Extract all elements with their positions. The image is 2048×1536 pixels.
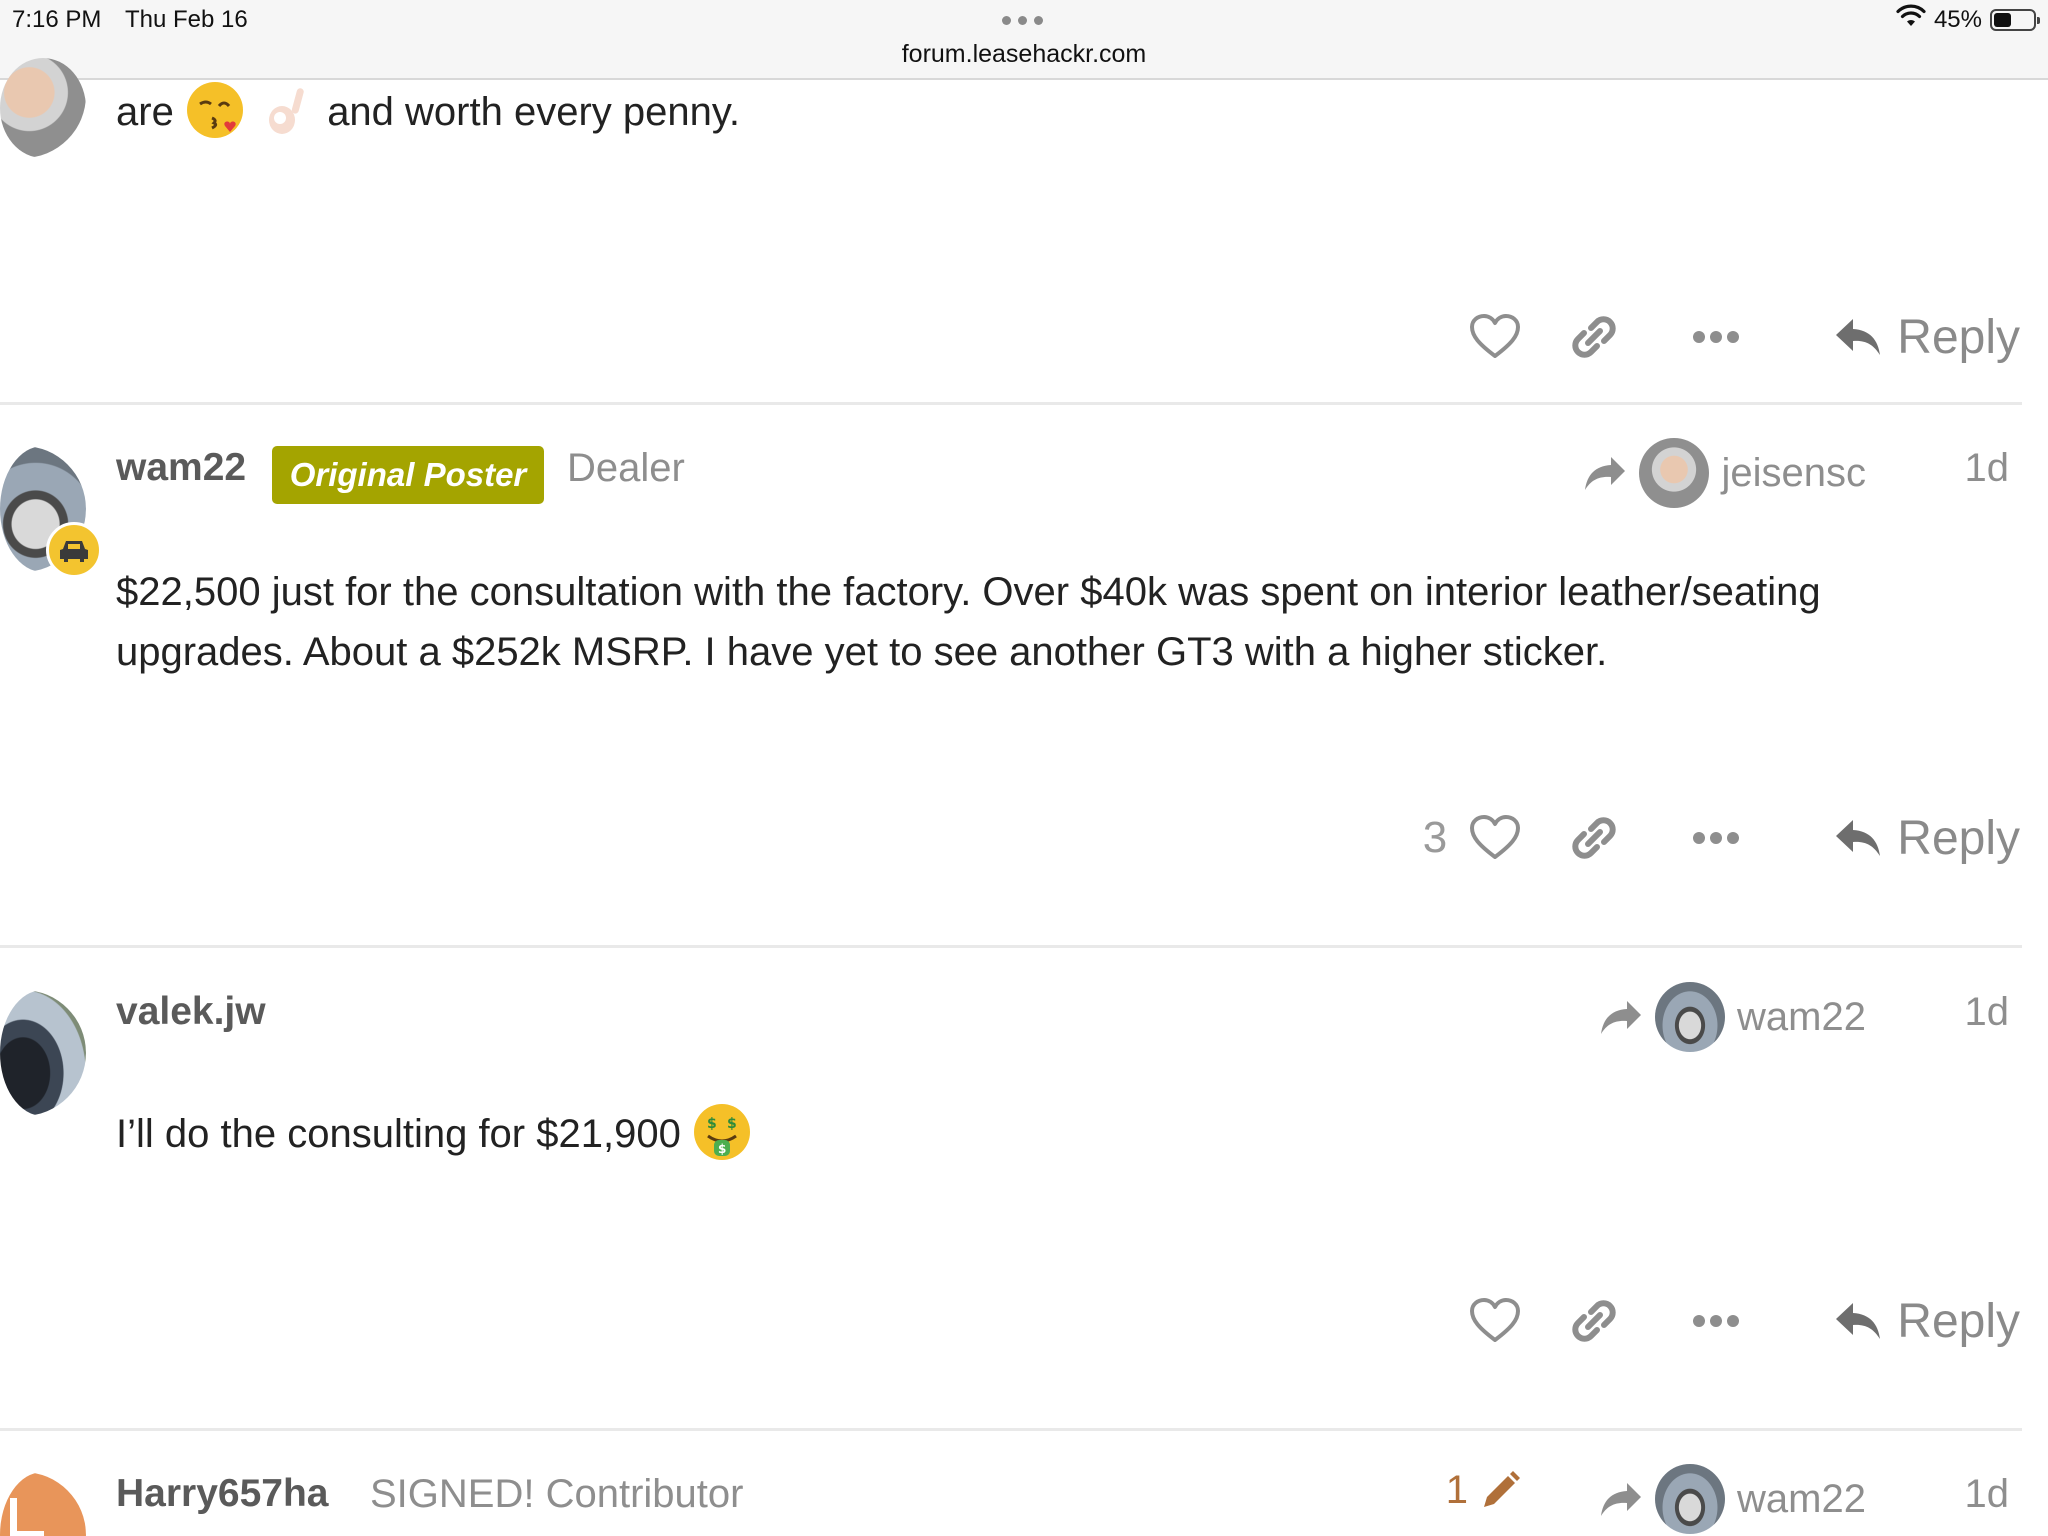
- reply-label: Reply: [1897, 1294, 2020, 1348]
- share-link-button[interactable]: [1533, 297, 1655, 377]
- ok-hand-emoji-icon: [258, 82, 314, 138]
- money-mouth-emoji-icon: $ $ $: [693, 1104, 750, 1161]
- reply-to-link[interactable]: wam22: [1599, 982, 1866, 1052]
- post-divider: [0, 945, 2022, 948]
- post-text: and worth every penny.: [327, 90, 741, 134]
- reply-to-avatar: [1639, 438, 1710, 508]
- browser-status-bar: 7:16 PM Thu Feb 16 forum.leasehackr.com …: [0, 0, 2048, 80]
- avatar-letter-icon: [10, 1498, 44, 1536]
- like-count[interactable]: 3: [1423, 813, 1447, 863]
- battery-percent: 45%: [1933, 5, 1982, 33]
- post-age[interactable]: 1d: [1965, 990, 2010, 1035]
- post-age[interactable]: 1d: [1965, 446, 2010, 491]
- like-button[interactable]: [1457, 1281, 1533, 1361]
- user-title: Dealer: [567, 446, 685, 490]
- post-text: I’ll do the consulting for $21,900: [116, 1112, 681, 1156]
- reply-arrow-icon: [1836, 1303, 1881, 1339]
- address-bar-url[interactable]: forum.leasehackr.com: [0, 40, 2048, 69]
- svg-text:$: $: [707, 1116, 717, 1132]
- share-arrow-icon: [1601, 1483, 1642, 1516]
- avatar[interactable]: [0, 1472, 86, 1536]
- share-arrow-icon: [1601, 1001, 1642, 1034]
- ellipsis-icon: [1693, 832, 1740, 844]
- reply-to-username: wam22: [1737, 994, 1866, 1039]
- post-divider: [0, 1428, 2022, 1431]
- multitasking-dots-icon[interactable]: [1002, 16, 1043, 25]
- status-date: Thu Feb 16: [125, 6, 248, 33]
- ellipsis-icon: [1693, 331, 1740, 343]
- reply-to-avatar: [1655, 1464, 1726, 1534]
- pencil-icon: [1484, 1470, 1520, 1507]
- status-time: 7:16 PM: [12, 6, 102, 33]
- edit-count: 1: [1445, 1468, 1468, 1512]
- reply-to-username: wam22: [1737, 1476, 1866, 1521]
- like-button[interactable]: [1457, 798, 1533, 878]
- battery-level: [1994, 12, 2011, 27]
- reply-arrow-icon: [1836, 820, 1881, 856]
- more-actions-button[interactable]: [1655, 798, 1777, 878]
- post-text: are: [116, 90, 174, 134]
- post-divider: [0, 402, 2022, 405]
- like-button[interactable]: [1457, 297, 1533, 377]
- post-body: I’ll do the consulting for $21,900 $ $ $: [116, 1104, 1996, 1164]
- more-actions-button[interactable]: [1655, 1281, 1777, 1361]
- post-actions: 3 Reply: [1423, 798, 2020, 878]
- status-right-group: 45%: [1896, 4, 2040, 35]
- reply-button[interactable]: Reply: [1833, 798, 2020, 878]
- dealer-flair-icon: [46, 522, 102, 578]
- reply-arrow-icon: [1836, 319, 1881, 355]
- reply-to-avatar: [1655, 982, 1726, 1052]
- heart-icon: [1470, 314, 1521, 358]
- original-poster-badge: Original Poster: [272, 446, 544, 504]
- post-body: $22,500 just for the consultation with t…: [116, 570, 1821, 674]
- link-icon: [1572, 316, 1616, 358]
- svg-text:$: $: [718, 1142, 726, 1156]
- share-link-button[interactable]: [1533, 1281, 1655, 1361]
- post-body: are and worth every penny.: [116, 82, 1996, 142]
- heart-icon: [1470, 1298, 1521, 1342]
- reply-to-link[interactable]: wam22: [1599, 1464, 1866, 1534]
- reply-to-username: jeisensc: [1721, 450, 1866, 495]
- edit-history-button[interactable]: 1: [1446, 1468, 1522, 1513]
- share-link-button[interactable]: [1533, 798, 1655, 878]
- user-title: SIGNED! Contributor: [370, 1472, 744, 1516]
- post-username[interactable]: Harry657ha: [116, 1472, 328, 1516]
- ellipsis-icon: [1693, 1315, 1740, 1327]
- heart-icon: [1470, 815, 1521, 859]
- reply-button[interactable]: Reply: [1833, 1281, 2020, 1361]
- link-icon: [1572, 817, 1616, 859]
- post-username[interactable]: valek.jw: [116, 990, 266, 1034]
- post-actions: Reply: [1457, 1281, 2020, 1361]
- avatar[interactable]: [0, 58, 86, 158]
- reply-button[interactable]: Reply: [1833, 297, 2020, 377]
- kissing-wink-emoji-icon: [186, 82, 243, 139]
- reply-label: Reply: [1897, 310, 2020, 364]
- reply-label: Reply: [1897, 811, 2020, 865]
- post-actions: Reply: [1457, 297, 2020, 377]
- avatar[interactable]: [0, 990, 86, 1116]
- wifi-icon: [1896, 4, 1926, 35]
- reply-to-link[interactable]: jeisensc: [1583, 438, 1866, 508]
- battery-icon: [1990, 8, 2040, 31]
- post-age[interactable]: 1d: [1965, 1472, 2010, 1517]
- more-actions-button[interactable]: [1655, 297, 1777, 377]
- svg-text:$: $: [727, 1116, 737, 1132]
- post-username[interactable]: wam22: [116, 446, 246, 490]
- link-icon: [1572, 1300, 1616, 1342]
- share-arrow-icon: [1585, 457, 1626, 490]
